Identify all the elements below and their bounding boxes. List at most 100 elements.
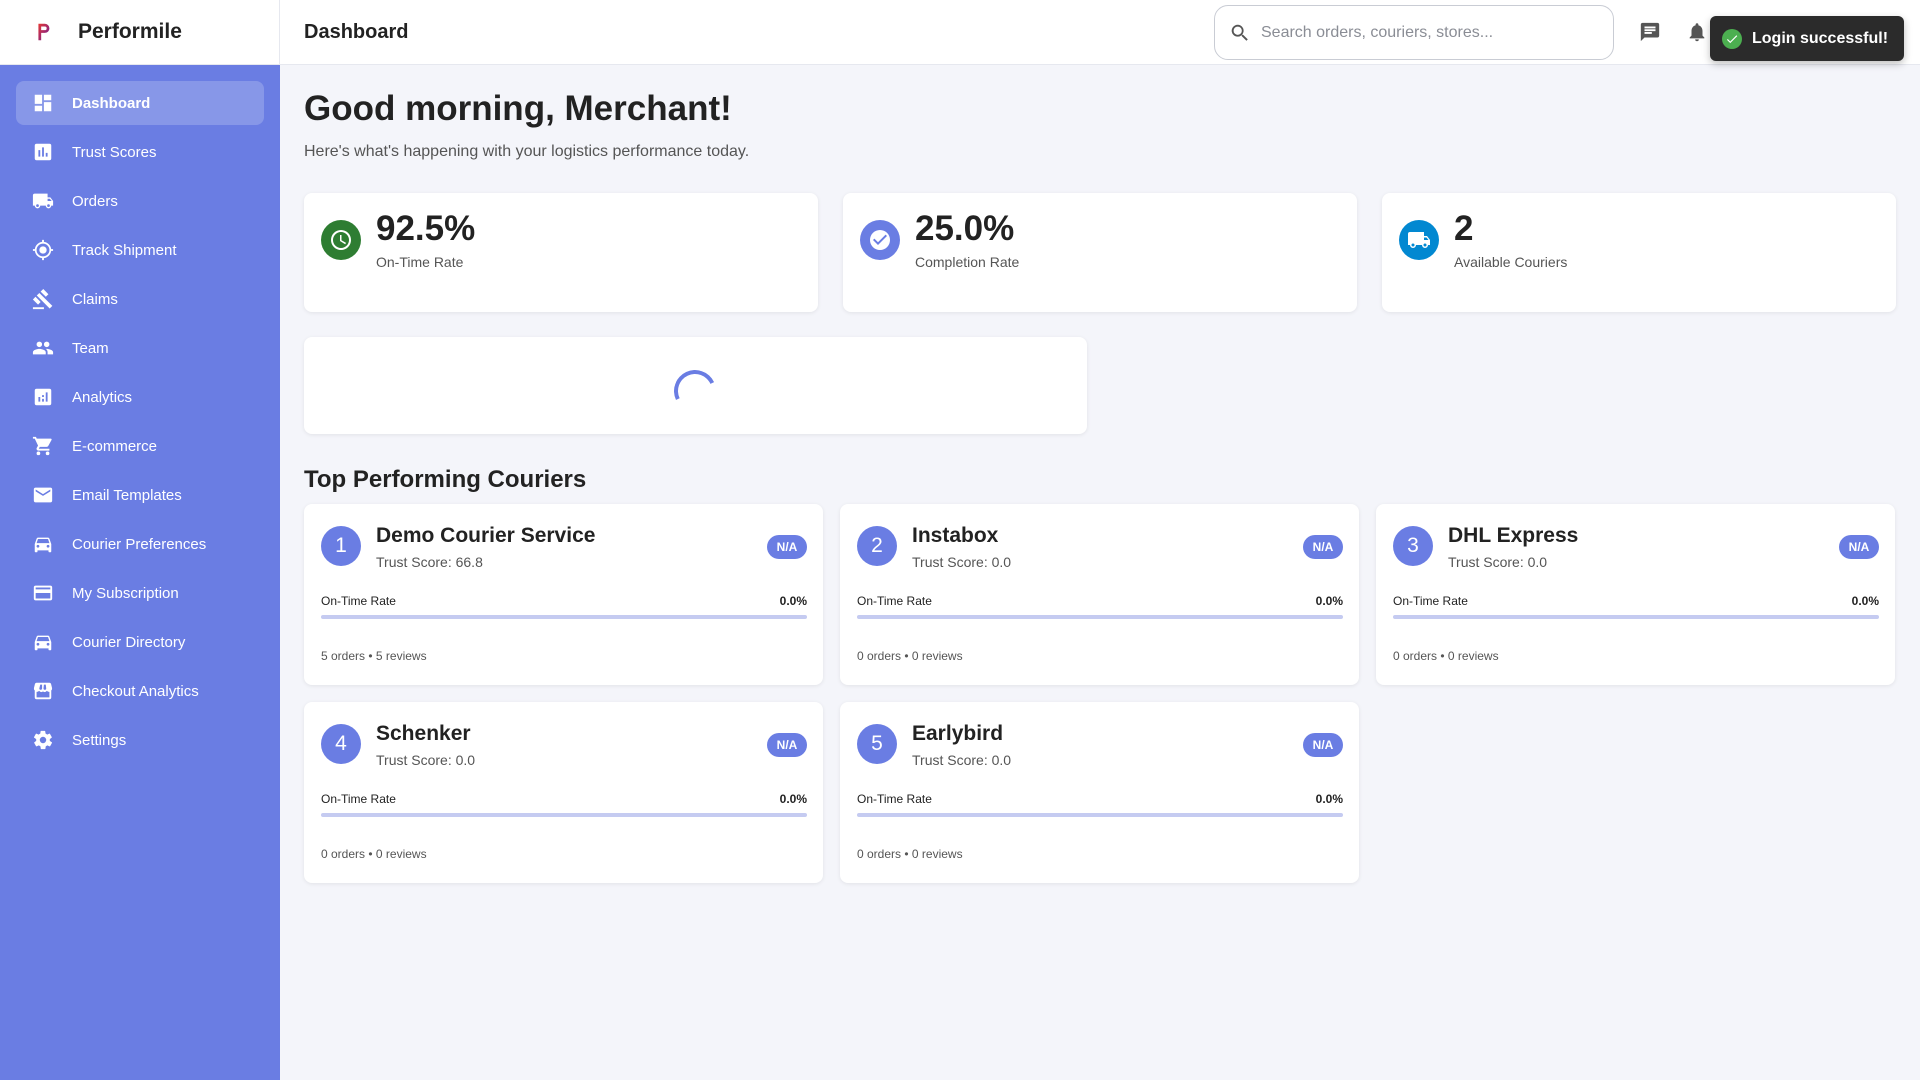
courier-name: Earlybird — [912, 722, 1004, 745]
brand-name: Performile — [78, 20, 182, 43]
stat-label: Completion Rate — [915, 254, 1020, 270]
on-time-progress-bar — [857, 813, 1343, 817]
check-circle-icon — [860, 220, 900, 260]
sidebar-item-label: Checkout Analytics — [72, 682, 199, 700]
courier-stats-footer: 0 orders • 0 reviews — [321, 847, 427, 861]
top-bar: Dashboard — [280, 0, 1920, 65]
sidebar-item-courier-preferences[interactable]: Courier Preferences — [16, 522, 264, 566]
storefront-icon — [32, 680, 54, 702]
car-icon — [32, 533, 54, 555]
sidebar-item-label: Courier Preferences — [72, 535, 207, 553]
sidebar-item-track-shipment[interactable]: Track Shipment — [16, 228, 264, 272]
trust-score: Trust Score: 0.0 — [912, 554, 1012, 570]
section-title: Top Performing Couriers — [304, 466, 587, 493]
courier-card[interactable]: 5 Earlybird Trust Score: 0.0 N/A On-Time Rat… — [840, 702, 1359, 883]
courier-card[interactable]: 1 Demo Courier Service Trust Score: 66.8 N/… — [304, 504, 823, 685]
gear-icon — [32, 729, 54, 751]
people-icon — [32, 337, 54, 359]
sidebar-item-claims[interactable]: Claims — [16, 277, 264, 321]
courier-name: Demo Courier Service — [376, 524, 596, 547]
stat-card: 2 Available Couriers — [1382, 193, 1896, 312]
stats-row: 92.5% On-Time Rate 25.0% Completion Rate 2 Av… — [304, 193, 1896, 312]
stat-value: 25.0% — [915, 209, 1015, 248]
sidebar-item-dashboard[interactable]: Dashboard — [16, 81, 264, 125]
trust-score: Trust Score: 0.0 — [912, 752, 1012, 768]
performile-logo-icon — [32, 21, 54, 43]
search-box[interactable] — [1214, 5, 1614, 60]
metric-label: On-Time Rate — [321, 792, 396, 806]
sidebar-item-team[interactable]: Team — [16, 326, 264, 370]
courier-card[interactable]: 2 Instabox Trust Score: 0.0 N/A On-Time Rate… — [840, 504, 1359, 685]
rank-badge: 2 — [857, 526, 897, 566]
sidebar-item-e-commerce[interactable]: E-commerce — [16, 424, 264, 468]
metric-value: 0.0% — [779, 792, 807, 806]
sidebar-item-trust-scores[interactable]: Trust Scores — [16, 130, 264, 174]
metric-label: On-Time Rate — [321, 594, 396, 608]
rank-badge: 4 — [321, 724, 361, 764]
sidebar-item-orders[interactable]: Orders — [16, 179, 264, 223]
stat-card: 25.0% Completion Rate — [843, 193, 1357, 312]
dashboard-icon — [32, 92, 54, 114]
trust-score: Trust Score: 0.0 — [1448, 554, 1548, 570]
car-icon — [32, 631, 54, 653]
courier-card[interactable]: 4 Schenker Trust Score: 0.0 N/A On-Time Rate… — [304, 702, 823, 883]
cart-icon — [32, 435, 54, 457]
on-time-progress-bar — [1393, 615, 1879, 619]
courier-card[interactable]: 3 DHL Express Trust Score: 0.0 N/A On-Time R… — [1376, 504, 1895, 685]
trust-score: Trust Score: 0.0 — [376, 752, 476, 768]
credit-card-icon — [32, 582, 54, 604]
courier-grid: 1 Demo Courier Service Trust Score: 66.8 N/… — [304, 504, 1896, 900]
sidebar-item-label: Analytics — [72, 388, 133, 406]
rank-badge: 1 — [321, 526, 361, 566]
sidebar-item-analytics[interactable]: Analytics — [16, 375, 264, 419]
trust-score: Trust Score: 66.8 — [376, 554, 483, 570]
sidebar-item-my-subscription[interactable]: My Subscription — [16, 571, 264, 615]
success-check-icon — [1722, 28, 1742, 49]
clock-icon — [321, 220, 361, 260]
sidebar-item-checkout-analytics[interactable]: Checkout Analytics — [16, 669, 264, 713]
courier-stats-footer: 5 orders • 5 reviews — [321, 649, 427, 663]
stat-card: 92.5% On-Time Rate — [304, 193, 818, 312]
bar-chart-icon — [32, 141, 54, 163]
metric-value: 0.0% — [1851, 594, 1879, 608]
sidebar: Performile Dashboard Trust Scores Orders Tr… — [0, 0, 280, 1080]
on-time-progress-bar — [321, 813, 807, 817]
search-icon — [1231, 24, 1248, 41]
sidebar-item-label: Track Shipment — [72, 241, 177, 259]
courier-name: Schenker — [376, 722, 471, 745]
grade-badge: N/A — [1303, 733, 1343, 757]
on-time-progress-bar — [857, 615, 1343, 619]
stat-label: On-Time Rate — [376, 254, 464, 270]
sidebar-item-label: Trust Scores — [72, 143, 157, 161]
page-title: Dashboard — [304, 20, 409, 43]
stat-value: 2 — [1454, 209, 1474, 248]
notification-bell-icon[interactable] — [1685, 20, 1709, 44]
greeting-heading: Good morning, Merchant! — [304, 89, 732, 128]
gps-target-icon — [32, 239, 54, 261]
courier-stats-footer: 0 orders • 0 reviews — [857, 649, 963, 663]
metric-value: 0.0% — [1315, 792, 1343, 806]
sidebar-item-label: Settings — [72, 731, 127, 749]
chat-icon[interactable] — [1638, 20, 1662, 44]
sidebar-item-label: Claims — [72, 290, 118, 308]
sidebar-item-email-templates[interactable]: Email Templates — [16, 473, 264, 517]
mail-icon — [32, 484, 54, 506]
metric-value: 0.0% — [779, 594, 807, 608]
courier-name: Instabox — [912, 524, 999, 547]
search-input[interactable] — [1261, 23, 1591, 42]
grade-badge: N/A — [1303, 535, 1343, 559]
sidebar-item-label: Dashboard — [72, 94, 151, 112]
gavel-icon — [32, 288, 54, 310]
login-toast: Login successful! — [1710, 16, 1904, 61]
brand-header[interactable]: Performile — [0, 0, 280, 65]
sidebar-item-courier-directory[interactable]: Courier Directory — [16, 620, 264, 664]
courier-name: DHL Express — [1448, 524, 1579, 547]
analytics-icon — [32, 386, 54, 408]
metric-value: 0.0% — [1315, 594, 1343, 608]
courier-stats-footer: 0 orders • 0 reviews — [1393, 649, 1499, 663]
sidebar-item-label: Team — [72, 339, 109, 357]
sidebar-item-label: Courier Directory — [72, 633, 186, 651]
truck-icon — [1399, 220, 1439, 260]
metric-label: On-Time Rate — [857, 792, 932, 806]
sidebar-item-settings[interactable]: Settings — [16, 718, 264, 762]
